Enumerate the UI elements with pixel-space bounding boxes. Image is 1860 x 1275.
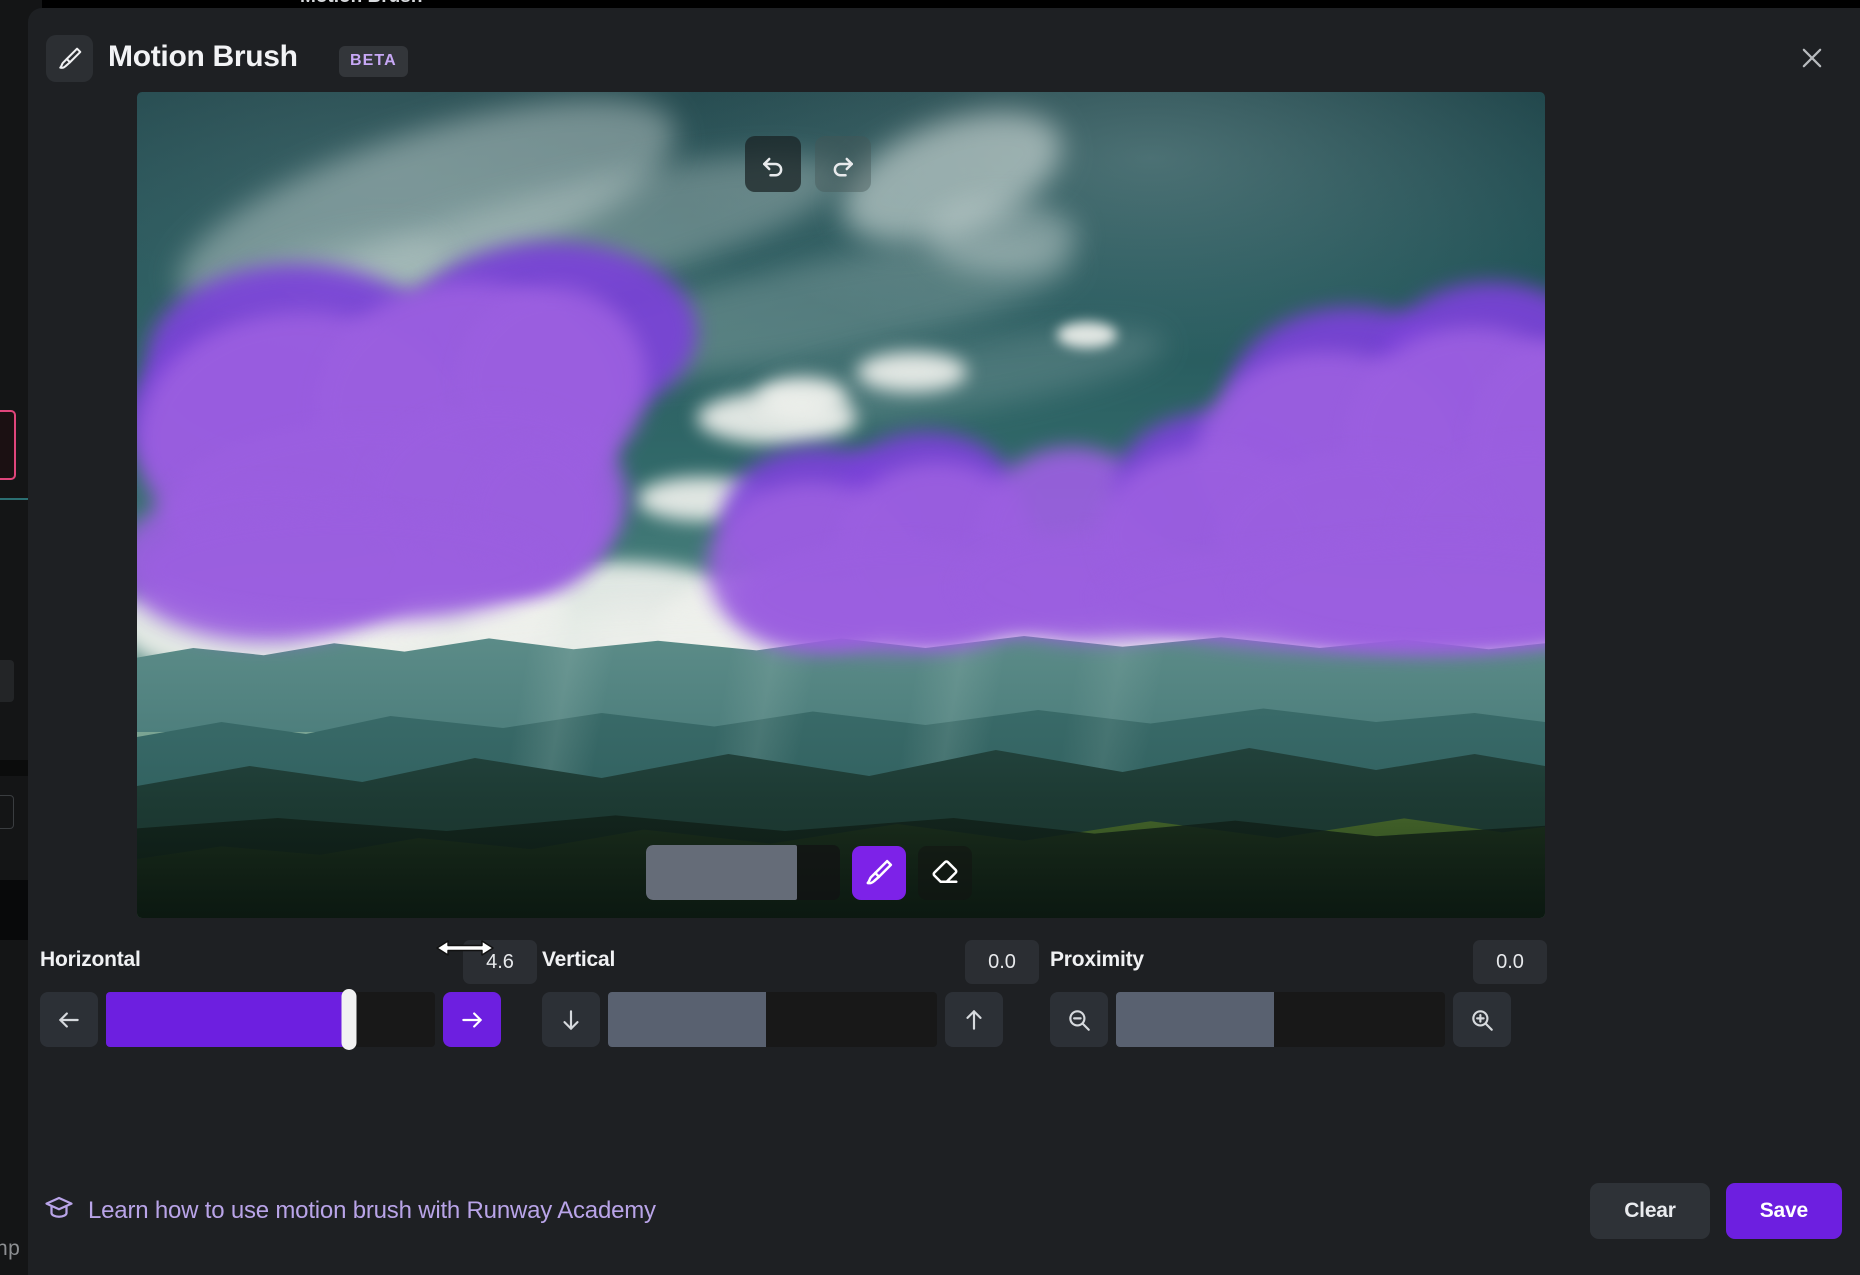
cloud bbox=[757, 377, 847, 419]
status-badge: BETA bbox=[339, 46, 408, 77]
background-chip-outline bbox=[0, 795, 14, 829]
brush-size-slider[interactable] bbox=[646, 845, 840, 900]
vertical-slider[interactable] bbox=[608, 992, 937, 1047]
eraser-icon[interactable] bbox=[918, 845, 972, 900]
paint-brush-icon bbox=[46, 35, 93, 82]
top-cut-text: Motion Brush bbox=[300, 0, 422, 8]
brush-mask bbox=[137, 512, 557, 622]
brush-toolbar bbox=[646, 845, 972, 900]
clear-button[interactable]: Clear bbox=[1590, 1183, 1710, 1239]
proximity-slider[interactable] bbox=[1116, 992, 1445, 1047]
motion-brush-modal: Motion Brush BETA Horizontal 4.6 Vertica… bbox=[28, 8, 1860, 1275]
modal-header: Motion Brush BETA bbox=[28, 8, 1860, 100]
slider-thumb[interactable] bbox=[341, 989, 357, 1050]
footer-actions: Clear Save bbox=[1590, 1183, 1842, 1239]
param-controls bbox=[542, 992, 1003, 1047]
param-label: Proximity bbox=[1050, 948, 1144, 971]
slider-fill bbox=[106, 992, 350, 1047]
background-pink-element bbox=[0, 410, 16, 480]
slider-fill bbox=[608, 992, 766, 1047]
param-value-input[interactable]: 0.0 bbox=[965, 940, 1039, 984]
cloud bbox=[1057, 322, 1117, 348]
page-title: Motion Brush bbox=[108, 40, 298, 73]
canvas-history-controls bbox=[745, 136, 871, 192]
background-chip bbox=[0, 660, 14, 702]
arrow-left-icon[interactable] bbox=[40, 992, 98, 1047]
brush-size-fill bbox=[646, 845, 798, 900]
paint-brush-icon[interactable] bbox=[852, 845, 906, 900]
param-controls bbox=[1050, 992, 1511, 1047]
horizontal-slider[interactable] bbox=[106, 989, 435, 1050]
param-label: Vertical bbox=[542, 948, 616, 971]
slider-fill bbox=[1116, 992, 1274, 1047]
param-value-input[interactable]: 4.6 bbox=[463, 940, 537, 984]
background-cut-label: np bbox=[0, 1237, 21, 1260]
save-button[interactable]: Save bbox=[1725, 1183, 1842, 1239]
arrow-up-icon[interactable] bbox=[945, 992, 1003, 1047]
zoom-out-icon[interactable] bbox=[1050, 992, 1108, 1047]
zoom-in-icon[interactable] bbox=[1453, 992, 1511, 1047]
academy-link-label: Learn how to use motion brush with Runwa… bbox=[88, 1196, 656, 1224]
param-controls bbox=[40, 989, 501, 1050]
cirrus-wisp bbox=[927, 202, 1077, 272]
motion-brush-canvas[interactable] bbox=[137, 92, 1545, 918]
motion-parameters: Horizontal 4.6 Vertical 0.0 Proximity 0.… bbox=[28, 940, 1860, 1118]
cloud bbox=[857, 352, 967, 392]
param-value-input[interactable]: 0.0 bbox=[1473, 940, 1547, 984]
arrow-down-icon[interactable] bbox=[542, 992, 600, 1047]
param-label: Horizontal bbox=[40, 948, 141, 971]
undo-icon[interactable] bbox=[745, 136, 801, 192]
close-icon[interactable] bbox=[1786, 32, 1838, 84]
redo-icon[interactable] bbox=[815, 136, 871, 192]
graduation-cap-icon bbox=[44, 1193, 74, 1228]
arrow-right-icon[interactable] bbox=[443, 992, 501, 1047]
academy-link[interactable]: Learn how to use motion brush with Runwa… bbox=[44, 1193, 656, 1228]
modal-footer: Learn how to use motion brush with Runwa… bbox=[28, 1165, 1860, 1275]
